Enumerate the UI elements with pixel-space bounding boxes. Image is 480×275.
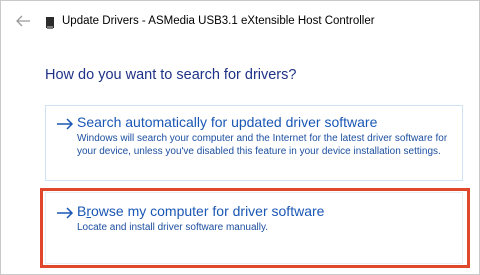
page-heading: How do you want to search for drivers? [45,67,297,83]
back-arrow-icon[interactable] [15,14,31,28]
title-bar: Update Drivers - ASMedia USB3.1 eXtensib… [1,1,479,41]
search-automatically-title: Search automatically for updated driver … [77,114,378,130]
highlight-box [40,188,470,268]
update-drivers-window: Update Drivers - ASMedia USB3.1 eXtensib… [0,0,480,275]
search-automatically-option[interactable]: Search automatically for updated driver … [45,105,463,181]
window-title: Update Drivers - ASMedia USB3.1 eXtensib… [62,15,375,27]
arrow-right-icon [56,117,74,130]
device-icon [45,16,55,29]
search-automatically-description: Windows will search your computer and th… [77,133,448,157]
